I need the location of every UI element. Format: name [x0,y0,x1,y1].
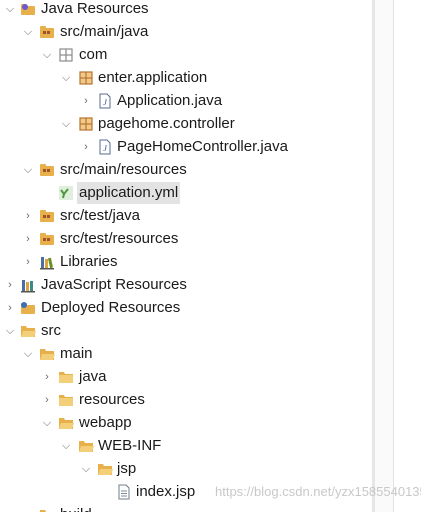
tree-label: java [79,368,107,385]
tree-item-src[interactable]: ⌵ src [0,320,372,342]
project-explorer-tree: ⌵ Java Resources ⌵ src/main/java ⌵ com ⌵ [0,0,372,512]
tree-label: index.jsp [136,483,196,500]
tree-label: jsp [117,460,137,477]
chevron-down-icon[interactable]: ⌵ [60,67,72,89]
chevron-right-icon[interactable]: › [4,297,16,319]
folder-icon [59,395,73,406]
tree-label: src/test/java [60,207,141,224]
chevron-right-icon[interactable]: › [41,366,53,388]
tree-label: Application.java [117,92,223,109]
folder-open-icon [21,326,36,337]
folder-icon [40,510,54,512]
chevron-down-icon[interactable]: ⌵ [22,159,34,181]
java-file-icon: J [99,93,111,109]
chevron-down-icon[interactable]: ⌵ [41,412,53,434]
chevron-down-icon[interactable]: ⌵ [4,320,16,342]
watermark-text: https://blog.csdn.net/yzx15855401351 [215,484,421,499]
package-icon [59,48,73,62]
tree-label: webapp [79,414,132,431]
java-resources-icon [21,4,35,15]
tree-item-javascript-resources[interactable]: › JavaScript Resources [0,274,372,296]
svg-text:J: J [103,98,107,107]
folder-open-icon [98,464,113,475]
folder-open-icon [40,349,55,360]
chevron-down-icon[interactable]: ⌵ [22,21,34,43]
source-folder-icon [40,164,54,176]
source-folder-icon [40,26,54,38]
chevron-right-icon[interactable]: › [4,274,16,296]
editor-pane-edge [375,0,394,512]
tree-item-pagehomecontroller-java[interactable]: › J PageHomeController.java [0,136,372,158]
svg-text:J: J [103,144,107,153]
tree-label: src/main/resources [60,161,187,178]
libraries-icon [40,257,54,270]
package-icon [79,117,93,131]
chevron-right-icon[interactable]: › [22,504,34,512]
chevron-down-icon[interactable]: ⌵ [41,44,53,66]
tree-item-src-main-java[interactable]: ⌵ src/main/java [0,21,372,43]
tree-label: src/test/resources [60,230,179,247]
tree-item-src-main-resources[interactable]: ⌵ src/main/resources [0,159,372,181]
tree-label: src/main/java [60,23,149,40]
tree-label: JavaScript Resources [41,276,187,293]
tree-label: enter.application [98,69,208,86]
jsp-file-icon [118,484,130,500]
tree-label: Deployed Resources [41,299,181,316]
tree-item-application-yml[interactable]: application.yml [0,182,372,204]
chevron-down-icon[interactable]: ⌵ [60,113,72,135]
chevron-right-icon[interactable]: › [80,90,92,112]
javascript-resources-icon [21,280,35,293]
chevron-right-icon[interactable]: › [41,389,53,411]
tree-item-pagehome-controller[interactable]: ⌵ pagehome.controller [0,113,372,135]
chevron-down-icon[interactable]: ⌵ [4,0,16,20]
folder-icon [59,372,73,383]
tree-item-resources[interactable]: › resources [0,389,372,411]
tree-label: src [41,322,61,339]
chevron-down-icon[interactable]: ⌵ [22,343,34,365]
deployed-resources-icon [21,302,35,314]
tree-item-webapp[interactable]: ⌵ webapp [0,412,372,434]
tree-item-java[interactable]: › java [0,366,372,388]
tree-label: PageHomeController.java [117,138,288,155]
tree-item-enter-application[interactable]: ⌵ enter.application [0,67,372,89]
chevron-right-icon[interactable]: › [22,205,34,227]
folder-open-icon [59,418,74,429]
source-folder-icon [40,233,54,245]
editor-pane [394,0,421,512]
tree-item-jsp[interactable]: ⌵ jsp [0,458,372,480]
tree-item-libraries[interactable]: › Libraries [0,251,372,273]
tree-label: build [60,504,92,512]
chevron-right-icon[interactable]: › [80,136,92,158]
yaml-file-icon [59,186,73,200]
folder-open-icon [79,441,94,452]
chevron-down-icon[interactable]: ⌵ [60,435,72,457]
tree-item-src-test-java[interactable]: › src/test/java [0,205,372,227]
tree-label: pagehome.controller [98,115,235,132]
tree-item-web-inf[interactable]: ⌵ WEB-INF [0,435,372,457]
chevron-down-icon[interactable]: ⌵ [80,458,92,480]
tree-label: Java Resources [41,0,149,17]
tree-item-application-java[interactable]: › J Application.java [0,90,372,112]
tree-label: Libraries [60,253,118,270]
tree-item-java-resources[interactable]: ⌵ Java Resources [0,0,372,20]
chevron-right-icon[interactable]: › [22,251,34,273]
tree-item-deployed-resources[interactable]: › Deployed Resources [0,297,372,319]
tree-item-com[interactable]: ⌵ com [0,44,372,66]
package-icon [79,71,93,85]
tree-label: resources [79,391,145,408]
java-file-icon: J [99,139,111,155]
tree-label: com [79,46,108,63]
tree-label: WEB-INF [98,437,162,454]
chevron-right-icon[interactable]: › [22,228,34,250]
tree-item-build[interactable]: › build [0,504,372,512]
tree-item-src-test-resources[interactable]: › src/test/resources [0,228,372,250]
tree-label: application.yml [77,182,181,204]
tree-item-main[interactable]: ⌵ main [0,343,372,365]
source-folder-icon [40,210,54,222]
tree-label: main [60,345,93,362]
